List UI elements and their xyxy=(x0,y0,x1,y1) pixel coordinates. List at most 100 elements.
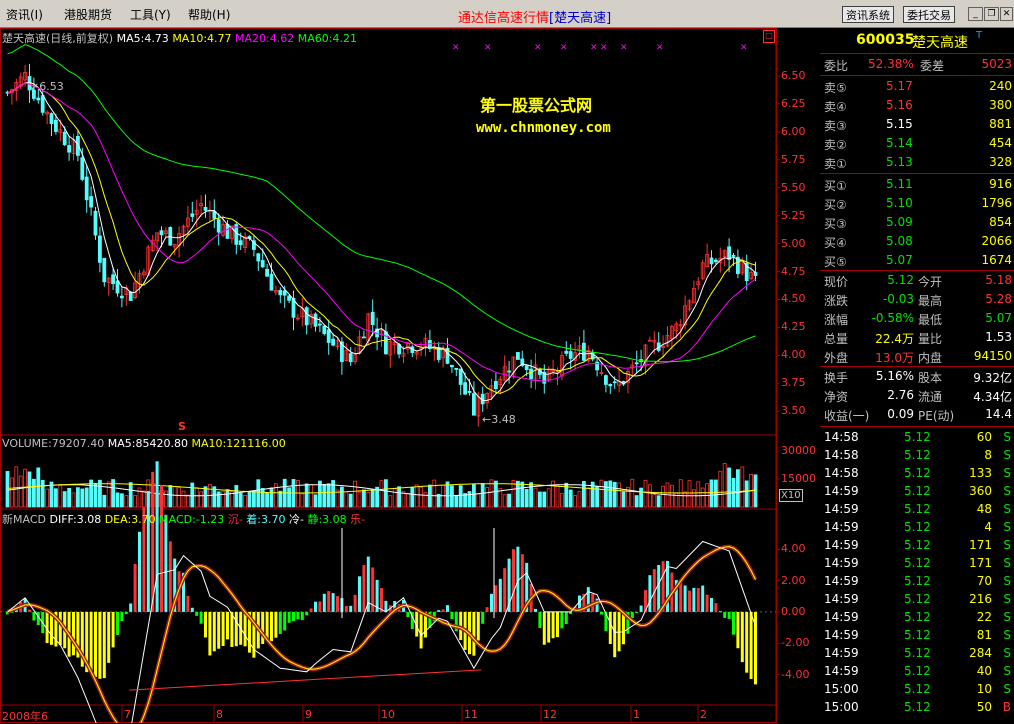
candle-body xyxy=(216,219,221,233)
buy-level-label: 买① xyxy=(824,179,847,193)
sell-signal-marker: S xyxy=(178,420,186,433)
sell-volume: 881 xyxy=(989,117,1012,131)
volume-bar xyxy=(379,480,384,508)
volume-bar xyxy=(674,492,679,508)
volume-bar xyxy=(234,485,239,508)
volume-unit-badge: X10 xyxy=(779,489,803,502)
stat-row: 涨跌 -0.03 最高 5.28 xyxy=(820,290,1014,309)
fin-row: 净资 2.76 流通 4.34亿 xyxy=(820,386,1014,405)
sell-level-label: 卖① xyxy=(824,157,847,171)
volume-bar xyxy=(516,480,520,508)
y-tick-label: 6.50 xyxy=(781,68,806,82)
volume-bar xyxy=(80,488,85,508)
volume-bar xyxy=(199,491,204,508)
candle-body xyxy=(493,381,498,390)
y-tick-label: 30000 xyxy=(781,444,816,458)
ma10-value: MA10:4.77 xyxy=(172,32,232,45)
buy-level-label: 买② xyxy=(824,198,847,212)
candle-body xyxy=(190,213,195,217)
tick-time: 14:59 xyxy=(824,610,859,624)
tick-price: 5.12 xyxy=(904,574,931,588)
tick-time: 14:59 xyxy=(824,484,859,498)
volume-bar xyxy=(181,490,186,508)
tick-row: 14:58 5.12 8 S xyxy=(820,446,1014,465)
volume-bar xyxy=(397,486,402,508)
tick-side: B xyxy=(1002,700,1011,714)
menu-hk-futures[interactable]: 港股期货 xyxy=(64,6,112,23)
volume-bar xyxy=(656,495,661,508)
panel-toggle-icon[interactable]: □ xyxy=(763,30,775,43)
volume-bar xyxy=(696,481,701,508)
tick-time: 14:59 xyxy=(824,538,859,552)
buy-row: 买① 5.11 916 xyxy=(820,175,1014,194)
sell-row: 卖⑤ 5.17 240 xyxy=(820,77,1014,96)
y-tick-label: 4.25 xyxy=(781,320,806,334)
macd-bar xyxy=(138,531,141,612)
volume-bar xyxy=(621,491,626,508)
volume-bar xyxy=(709,479,714,508)
volume-bar xyxy=(546,488,551,508)
tick-volume: 22 xyxy=(976,610,992,624)
volume-bar xyxy=(366,492,371,508)
macd-bar xyxy=(292,611,295,622)
stat-label: 量比 xyxy=(918,332,943,346)
candle-body xyxy=(269,273,274,291)
volume-bar xyxy=(300,493,305,508)
macd-bar xyxy=(476,611,480,641)
volume-bar xyxy=(238,493,243,508)
macd-bar xyxy=(230,611,234,647)
macd-bar xyxy=(441,609,445,612)
volume-bar xyxy=(295,480,300,508)
macd-bar xyxy=(32,611,36,621)
fin-value: 2.76 xyxy=(887,388,914,402)
close-icon[interactable]: ✕ xyxy=(1000,7,1013,21)
divider xyxy=(820,53,1014,54)
volume-bar xyxy=(326,483,331,508)
volume-bar xyxy=(577,491,582,508)
menu-info[interactable]: 资讯(I) xyxy=(6,6,43,23)
trade-order-button[interactable]: 委托交易 xyxy=(903,6,955,23)
signal-marker: ✕ xyxy=(452,43,460,53)
tick-price: 5.12 xyxy=(904,682,931,696)
macd-bar xyxy=(226,611,229,640)
volume-bar xyxy=(753,474,758,508)
tick-volume: 360 xyxy=(969,484,992,498)
minimize-icon[interactable]: _ xyxy=(968,7,983,21)
volume-bar xyxy=(203,486,208,508)
restore-icon[interactable]: ❐ xyxy=(984,7,999,21)
signal-marker: ✕ xyxy=(620,43,628,53)
volume-bar xyxy=(304,483,309,508)
macd-bar xyxy=(547,611,551,643)
x-tick-label: 2 xyxy=(700,708,707,721)
tick-side: S xyxy=(1003,610,1011,624)
volume-bar xyxy=(727,467,731,508)
macd-bar xyxy=(195,611,199,616)
macd-bar xyxy=(94,611,97,677)
sell-level-label: 卖④ xyxy=(824,100,847,114)
macd-bar xyxy=(111,611,115,648)
low-price-value: 3.48 xyxy=(491,413,516,426)
info-system-button[interactable]: 资讯系统 xyxy=(842,6,894,23)
menu-help[interactable]: 帮助(H) xyxy=(188,6,230,23)
fin-value: 0.09 xyxy=(887,407,914,421)
volume-bar xyxy=(361,489,366,508)
tick-volume: 60 xyxy=(976,430,992,444)
macd-bar xyxy=(199,611,203,624)
candle-body xyxy=(568,351,573,359)
candle-body xyxy=(454,367,459,370)
macd-bar xyxy=(635,611,639,613)
macd-s4: 静:3.08 xyxy=(307,513,347,526)
stat-label: 总量 xyxy=(824,332,849,346)
volume-bar xyxy=(608,480,613,508)
menu-tools[interactable]: 工具(Y) xyxy=(130,6,171,23)
signal-marker: ✕ xyxy=(484,43,492,53)
stat-row: 总量 22.4万 量比 1.53 xyxy=(820,328,1014,347)
macd-bar xyxy=(314,601,317,612)
volume-bar xyxy=(533,487,538,508)
chart-area[interactable]: ✕ ✕ ✕ ✕ ✕ ✕ ✕ ✕ ✕ xyxy=(0,28,820,723)
candle-body xyxy=(260,260,265,268)
macd-bar xyxy=(696,588,700,612)
macd-bar xyxy=(551,611,555,639)
candle-body xyxy=(225,223,230,239)
tick-volume: 284 xyxy=(969,646,992,660)
